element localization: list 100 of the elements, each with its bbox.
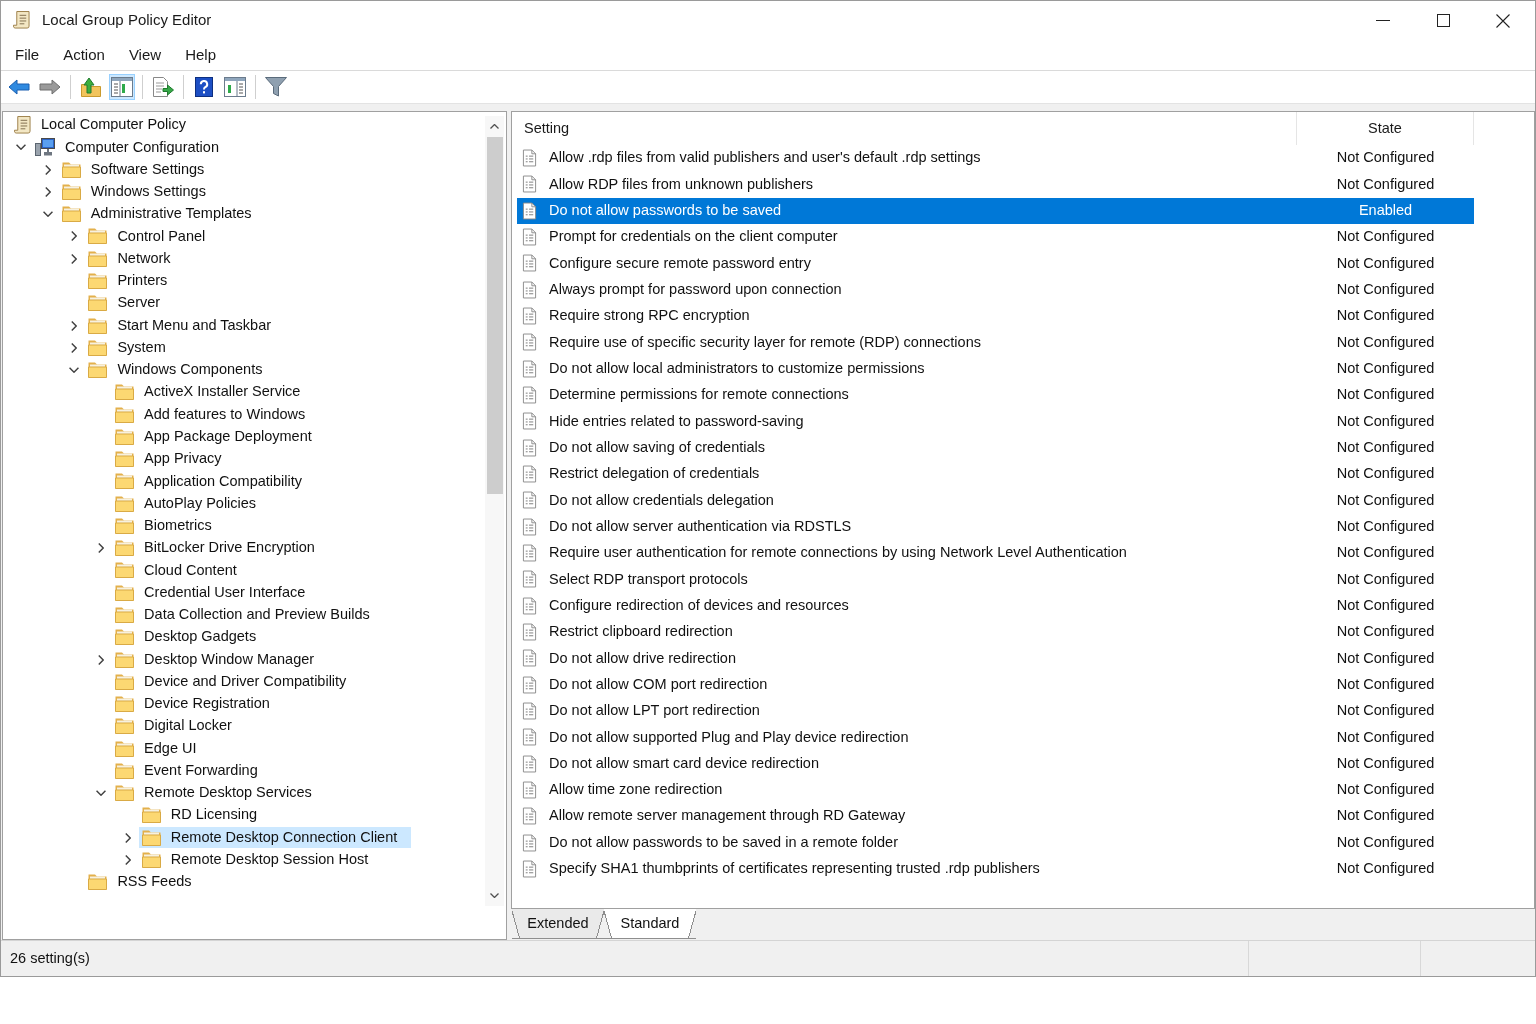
- tree-item[interactable]: Desktop Window Manager: [112, 649, 329, 670]
- chevron-right-icon[interactable]: [98, 543, 105, 554]
- tree-item[interactable]: Add features to Windows: [112, 404, 320, 426]
- table-row[interactable]: Require use of specific security layer for remote (RDP) connections Not Configured: [517, 329, 1474, 356]
- tree-item[interactable]: Device Registration: [112, 693, 284, 715]
- show-tree-button[interactable]: [109, 74, 135, 100]
- chevron-right-icon[interactable]: [124, 832, 131, 843]
- chevron-right-icon[interactable]: [124, 854, 131, 865]
- table-row[interactable]: Always prompt for password upon connection Not Configured: [517, 276, 1474, 303]
- tree-item[interactable]: Remote Desktop Connection Client: [138, 827, 412, 849]
- view-tab[interactable]: Extended: [512, 909, 604, 939]
- tree-item[interactable]: Printers: [85, 270, 182, 292]
- table-row[interactable]: Select RDP transport protocols Not Configured: [517, 566, 1474, 593]
- table-row[interactable]: Restrict clipboard redirection Not Configured: [517, 618, 1474, 646]
- chevron-down-icon[interactable]: [16, 144, 26, 151]
- tree-item[interactable]: App Privacy: [112, 448, 236, 470]
- chevron-right-icon[interactable]: [71, 231, 78, 242]
- tree-item[interactable]: Server: [85, 292, 175, 314]
- tree-item[interactable]: RSS Feeds: [85, 871, 206, 893]
- table-row[interactable]: Restrict delegation of credentials Not Configured: [517, 460, 1474, 488]
- table-row[interactable]: Do not allow server authentication via RDSTLS Not Configured: [517, 513, 1474, 540]
- tree-item[interactable]: Local Computer Policy: [11, 114, 201, 136]
- table-row[interactable]: Do not allow credentials delegation Not Configured: [517, 487, 1474, 514]
- maximize-icon: [1436, 14, 1450, 27]
- table-row[interactable]: Allow time zone redirection Not Configured: [517, 776, 1474, 804]
- tree-item[interactable]: Windows Components: [85, 359, 277, 381]
- table-row[interactable]: Configure secure remote password entry Not Configured: [517, 250, 1474, 277]
- tree-item[interactable]: Administrative Templates: [58, 203, 266, 225]
- table-row[interactable]: Do not allow passwords to be saved in a remote folder Not Configured: [517, 829, 1474, 856]
- chevron-down-icon[interactable]: [69, 367, 80, 374]
- table-cell-text: Do not allow saving of credentials: [549, 437, 765, 457]
- chevron-right-icon[interactable]: [44, 186, 51, 197]
- tree-item[interactable]: Software Settings: [58, 159, 219, 181]
- document-icon: [522, 807, 537, 826]
- table-cell-text: Do not allow LPT port redirection: [549, 701, 760, 721]
- tree-item[interactable]: Windows Settings: [58, 181, 220, 203]
- document-icon: [522, 386, 537, 405]
- chevron-down-icon[interactable]: [42, 211, 53, 218]
- table-row[interactable]: Do not allow saving of credentials Not Configured: [517, 434, 1474, 461]
- menu-item[interactable]: Help: [173, 40, 228, 70]
- tree-item[interactable]: Cloud Content: [112, 559, 251, 581]
- table-row[interactable]: Allow remote server management through RD Gateway Not Configured: [517, 803, 1474, 830]
- export-list-button[interactable]: [150, 74, 176, 100]
- table-row[interactable]: Determine permissions for remote connections Not Configured: [517, 381, 1474, 409]
- tree-item[interactable]: Event Forwarding: [112, 760, 272, 782]
- filter-button[interactable]: [263, 74, 289, 100]
- table-cell-text: Not Configured: [1336, 806, 1435, 826]
- show-action-pane-button[interactable]: [222, 74, 248, 100]
- table-row[interactable]: Do not allow smart card device redirection Not Configured: [517, 750, 1474, 777]
- menu-item[interactable]: Action: [51, 40, 117, 70]
- tree-item[interactable]: App Package Deployment: [112, 426, 326, 448]
- tree-item[interactable]: ActiveX Installer Service: [112, 381, 315, 403]
- menu-item[interactable]: File: [3, 40, 52, 70]
- tree-item[interactable]: Application Compatibility: [112, 470, 317, 492]
- tree-item[interactable]: Control Panel: [85, 225, 220, 247]
- table-row[interactable]: Require strong RPC encryption Not Configured: [517, 302, 1474, 330]
- chevron-down-icon[interactable]: [96, 790, 107, 797]
- table-row[interactable]: Do not allow passwords to be saved Enabled: [517, 197, 1474, 224]
- chevron-right-icon[interactable]: [44, 164, 51, 175]
- tree-item[interactable]: Data Collection and Preview Builds: [112, 604, 384, 626]
- table-row[interactable]: Do not allow drive redirection Not Configured: [517, 645, 1474, 672]
- tree-item[interactable]: Biometrics: [112, 515, 226, 537]
- folder-icon: [115, 473, 135, 490]
- view-tab[interactable]: Standard: [604, 909, 696, 939]
- tree-item[interactable]: Remote Desktop Session Host: [138, 849, 383, 871]
- menu-item[interactable]: View: [116, 40, 174, 70]
- tree-item[interactable]: AutoPlay Policies: [112, 493, 271, 515]
- tree-item[interactable]: Desktop Gadgets: [112, 626, 271, 648]
- table-row[interactable]: Specify SHA1 thumbprints of certificates representing trusted .rdp publishers Not Configured: [517, 855, 1474, 883]
- tree-item[interactable]: RD Licensing: [138, 804, 272, 826]
- scrollbar-thumb[interactable]: [486, 137, 503, 494]
- tree-item[interactable]: Start Menu and Taskbar: [85, 315, 286, 336]
- tree-item[interactable]: System: [85, 337, 180, 359]
- chevron-right-icon[interactable]: [98, 654, 105, 665]
- chevron-right-icon[interactable]: [71, 253, 78, 264]
- column-header[interactable]: State: [1297, 112, 1474, 145]
- table-row[interactable]: Do not allow supported Plug and Play device redirection Not Configured: [517, 724, 1474, 751]
- tree-item[interactable]: BitLocker Drive Encryption: [112, 537, 329, 559]
- tree-item[interactable]: Device and Driver Compatibility: [112, 671, 361, 693]
- chevron-right-icon[interactable]: [71, 342, 78, 353]
- table-row[interactable]: Prompt for credentials on the client computer Not Configured: [517, 224, 1474, 251]
- document-icon: [522, 623, 537, 642]
- column-header[interactable]: Setting: [517, 112, 1297, 145]
- table-row[interactable]: Configure redirection of devices and resources Not Configured: [517, 592, 1474, 619]
- document-icon: [522, 702, 537, 721]
- table-row[interactable]: Do not allow COM port redirection Not Configured: [517, 671, 1474, 698]
- folder-icon: [115, 740, 135, 757]
- table-row[interactable]: Allow RDP files from unknown publishers Not Configured: [517, 171, 1474, 198]
- table-row[interactable]: Do not allow local administrators to customize permissions Not Configured: [517, 355, 1474, 382]
- table-row[interactable]: Require user authentication for remote connections by using Network Level Authentication Not Configured: [517, 539, 1474, 567]
- tree-item[interactable]: Computer Configuration: [32, 136, 233, 158]
- tree-item[interactable]: Network: [85, 248, 185, 270]
- tree-item[interactable]: Credential User Interface: [112, 582, 320, 604]
- chevron-right-icon[interactable]: [71, 320, 78, 331]
- tree-item[interactable]: Remote Desktop Services: [112, 782, 326, 804]
- tree-item[interactable]: Edge UI: [112, 738, 211, 760]
- tree-item[interactable]: Digital Locker: [112, 715, 246, 737]
- table-row[interactable]: Hide entries related to password-saving Not Configured: [517, 408, 1474, 435]
- table-row[interactable]: Allow .rdp files from valid publishers and user's default .rdp settings Not Configured: [517, 145, 1474, 172]
- table-row[interactable]: Do not allow LPT port redirection Not Configured: [517, 697, 1474, 725]
